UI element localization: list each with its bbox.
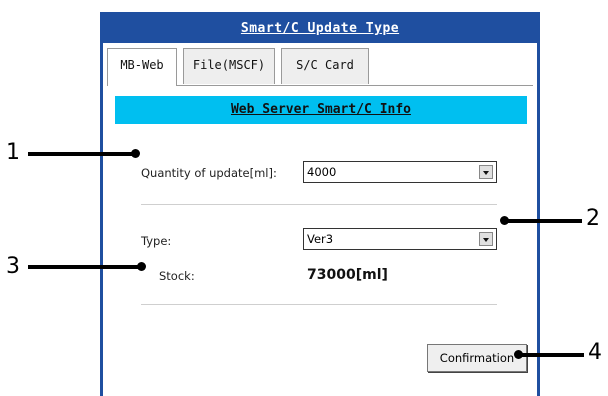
callout-line — [504, 219, 582, 223]
divider — [141, 204, 497, 205]
smartc-update-dialog: Smart/C Update Type MB-Web File(MSCF) S/… — [100, 12, 540, 396]
tab-sc-card[interactable]: S/C Card — [281, 48, 369, 84]
type-select[interactable]: Ver3 — [303, 228, 497, 250]
callout-dot — [137, 262, 146, 271]
tab-file-mscf[interactable]: File(MSCF) — [183, 48, 275, 84]
type-value: Ver3 — [307, 232, 334, 246]
type-label: Type: — [141, 234, 172, 248]
tab-mb-web[interactable]: MB-Web — [107, 48, 177, 86]
callout-line — [28, 152, 136, 156]
tab-panel: Web Server Smart/C Info Quantity of upda… — [107, 85, 533, 396]
callout-line — [518, 353, 584, 357]
divider — [141, 304, 497, 305]
callout-line — [28, 265, 142, 269]
callout-number: 4 — [588, 340, 602, 365]
confirmation-button[interactable]: Confirmation — [427, 344, 527, 372]
dialog-title: Smart/C Update Type — [103, 15, 537, 43]
quantity-value: 4000 — [307, 165, 337, 179]
info-banner: Web Server Smart/C Info — [115, 96, 527, 124]
chevron-down-icon[interactable] — [479, 165, 493, 179]
stock-value: 73000[ml] — [307, 267, 388, 283]
stock-label: Stock: — [159, 269, 195, 283]
quantity-label: Quantity of update[ml]: — [141, 166, 277, 180]
chevron-down-icon[interactable] — [479, 232, 493, 246]
callout-dot — [131, 149, 140, 158]
callout-number: 2 — [586, 206, 600, 231]
quantity-select[interactable]: 4000 — [303, 161, 497, 183]
callout-number: 1 — [6, 140, 20, 165]
callout-number: 3 — [6, 254, 20, 279]
